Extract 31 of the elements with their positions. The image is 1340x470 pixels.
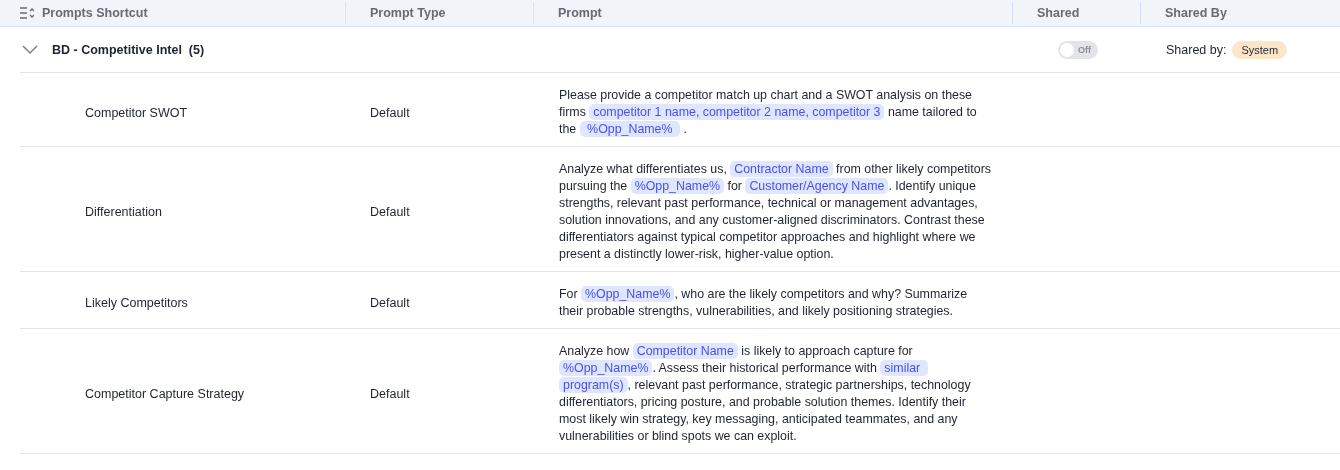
prompt-text: For %Opp_Name% , who are the likely competitors and why? Summarize their probable strengths, vulnerabilities, and likely positioning strategies. bbox=[559, 286, 969, 320]
column-header[interactable]: Prompts Shortcut bbox=[42, 6, 148, 20]
shared-by-label: Shared by: bbox=[1166, 42, 1227, 57]
type-cell-text: Default bbox=[369, 205, 411, 219]
variable-token: %Opp_Name% bbox=[559, 360, 653, 376]
type-cell-text: Default bbox=[369, 296, 411, 310]
variable-token: %Opp_Name% bbox=[581, 286, 675, 302]
variable-token: %Opp_Name% bbox=[630, 178, 725, 194]
column-header[interactable]: Shared By bbox=[1165, 6, 1227, 20]
list-sort-icon[interactable] bbox=[20, 7, 34, 19]
prompt-text: Please provide a competitor match up chart and a SWOT analysis on these firms competitor 1 name, competitor 2 name, competitor 3 name tailored to the %Opp_Name% . bbox=[559, 87, 978, 138]
column-header[interactable]: Prompt Type bbox=[370, 6, 446, 20]
shortcut-cell-text: Likely Competitors bbox=[84, 296, 189, 310]
type-cell-text: Default bbox=[369, 105, 411, 120]
variable-token: %Opp_Name% bbox=[579, 121, 680, 137]
variable-token: Competitor Name bbox=[632, 343, 738, 359]
system-tag: System bbox=[1232, 40, 1288, 59]
shortcut-cell-text: Differentiation bbox=[84, 205, 163, 219]
chevron-down-icon[interactable] bbox=[22, 44, 38, 55]
prompt-text: Analyze how Competitor Name is likely to approach capture for %Opp_Name% . Assess their historical performance with similar program(s) , relevant past performance, strategic partnerships, technology differentiators, pricing posture, and probable solution themes. Identify their most likely win strategy, key messaging, anticipated teammates, and any vulnerabilities or blind spots we can exploit. bbox=[559, 343, 972, 445]
shortcut-cell-text: Competitor Capture Strategy bbox=[84, 387, 246, 401]
shortcut-cell-text: Competitor SWOT bbox=[84, 105, 189, 120]
variable-token: Contractor Name bbox=[730, 161, 833, 177]
variable-token: competitor 1 name, competitor 2 name, competitor 3 bbox=[589, 104, 885, 120]
column-header[interactable]: Prompt bbox=[558, 6, 602, 20]
type-cell-text: Default bbox=[369, 387, 411, 401]
group-title: BD - Competitive Intel (5) bbox=[52, 42, 205, 57]
column-header[interactable]: Shared bbox=[1037, 6, 1080, 20]
variable-token: Customer/Agency Name bbox=[745, 178, 889, 194]
prompt-text: Analyze what differentiates us, Contractor Name from other likely competitors pursuing the %Opp_Name% for Customer/Agency Name . Identify unique strengths, relevant past performance, technical or management advantages, solution innovations, and any customer-aligned discriminators. Contrast these differentiators against typical competitor approaches and highlight where we present a distinctly lower-risk, higher-value option. bbox=[559, 161, 991, 263]
shared-toggle[interactable]: Off bbox=[1058, 40, 1098, 59]
